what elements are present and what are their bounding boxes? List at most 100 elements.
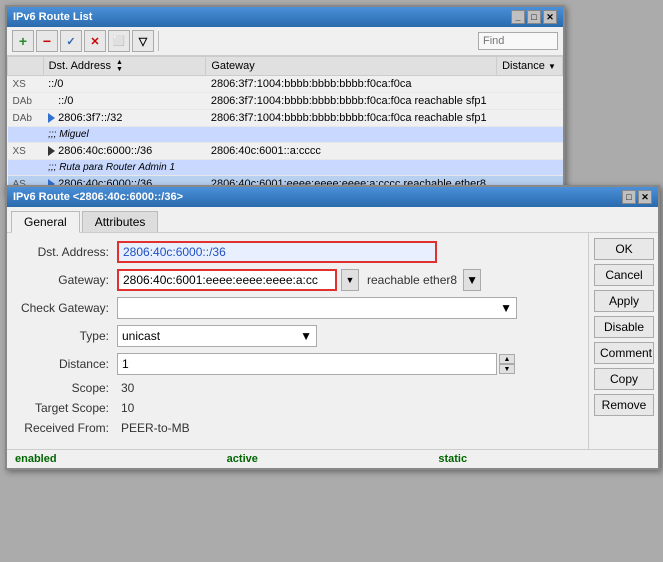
tab-attributes[interactable]: Attributes — [82, 211, 159, 232]
form-row-received-from: Received From: PEER-to-MB — [17, 421, 578, 435]
table-row-separator: ;;; Miguel — [8, 127, 563, 143]
close-button[interactable]: ✕ — [543, 10, 557, 24]
scope-label: Scope: — [17, 381, 117, 395]
table-row[interactable]: DAb 2806:3f7::/32 2806:3f7:1004:bbbb:bbb… — [8, 110, 563, 127]
find-input[interactable] — [478, 32, 558, 50]
detail-body: Dst. Address: Gateway: ▼ reachable ether… — [7, 233, 658, 449]
filter-button[interactable]: ▽ — [132, 30, 154, 52]
cancel-button[interactable]: Cancel — [594, 264, 654, 286]
cross-button[interactable]: ✕ — [84, 30, 106, 52]
row-flag — [8, 127, 44, 143]
check-gateway-caret: ▼ — [500, 301, 512, 315]
received-from-field: PEER-to-MB — [117, 421, 578, 435]
route-detail-window: IPv6 Route <2806:40c:6000::/36> □ ✕ Gene… — [5, 185, 660, 470]
maximize-button[interactable]: □ — [527, 10, 541, 24]
table-row[interactable]: XS ::/0 2806:3f7:1004:bbbb:bbbb:bbbb:f0c… — [8, 76, 563, 93]
distance-up-btn[interactable]: ▲ — [499, 354, 515, 364]
sort-arrows-dst: ▲ ▼ — [116, 59, 123, 73]
comment-button[interactable]: Comment — [594, 342, 654, 364]
form-row-gateway: Gateway: ▼ reachable ether8 ▼ — [17, 269, 578, 291]
table-row[interactable]: DAb ::/0 2806:3f7:1004:bbbb:bbbb:bbbb:f0… — [8, 93, 563, 110]
form-row-type: Type: unicast ▼ — [17, 325, 578, 347]
row-flag: XS — [8, 143, 44, 160]
toolbar: + − ✓ ✕ ⬜ ▽ — [7, 27, 563, 56]
gateway-field: ▼ reachable ether8 ▼ — [117, 269, 578, 291]
type-label: Type: — [17, 329, 117, 343]
ok-button[interactable]: OK — [594, 238, 654, 260]
disable-button[interactable]: Disable — [594, 316, 654, 338]
distance-label: Distance: — [17, 357, 117, 371]
route-table-container: Dst. Address ▲ ▼ Gateway Distance ▼ X — [7, 56, 563, 193]
route-list-title: IPv6 Route List — [13, 11, 92, 23]
detail-titlebar-buttons: □ ✕ — [622, 190, 652, 204]
form-row-check-gateway: Check Gateway: ▼ — [17, 297, 578, 319]
arrow-icon — [48, 113, 55, 123]
dst-address-field — [117, 241, 578, 263]
received-from-value: PEER-to-MB — [117, 421, 190, 435]
target-scope-value: 10 — [117, 401, 134, 415]
type-field: unicast ▼ — [117, 325, 578, 347]
row-flag: DAb — [8, 110, 44, 127]
type-dropdown[interactable]: unicast ▼ — [117, 325, 317, 347]
detail-maximize-button[interactable]: □ — [622, 190, 636, 204]
tab-general[interactable]: General — [11, 211, 80, 233]
check-gateway-field: ▼ — [117, 297, 578, 319]
row-dist — [497, 143, 563, 160]
row-flag: DAb — [8, 93, 44, 110]
check-gateway-label: Check Gateway: — [17, 301, 117, 315]
detail-sidebar: OK Cancel Apply Disable Comment Copy Rem… — [588, 233, 658, 449]
table-row[interactable]: XS 2806:40c:6000::/36 2806:40c:6001::a:c… — [8, 143, 563, 160]
check-gateway-dropdown[interactable]: ▼ — [117, 297, 517, 319]
row-dist — [497, 110, 563, 127]
copy-button[interactable]: Copy — [594, 368, 654, 390]
row-gateway: 2806:3f7:1004:bbbb:bbbb:bbbb:f0ca:f0ca r… — [206, 110, 497, 127]
col-header-dst[interactable]: Dst. Address ▲ ▼ — [43, 57, 206, 76]
col-header-distance[interactable]: Distance ▼ — [497, 57, 563, 76]
apply-button[interactable]: Apply — [594, 290, 654, 312]
route-detail-title: IPv6 Route <2806:40c:6000::/36> — [13, 191, 183, 203]
type-value: unicast — [122, 329, 160, 343]
delete-button[interactable]: − — [36, 30, 58, 52]
row-gateway: 2806:40c:6001::a:cccc — [206, 143, 497, 160]
status-enabled: enabled — [15, 453, 227, 465]
scope-field: 30 — [117, 381, 578, 395]
remove-button[interactable]: Remove — [594, 394, 654, 416]
form-row-distance: Distance: ▲ ▼ — [17, 353, 578, 375]
col-header-flag — [8, 57, 44, 76]
received-from-label: Received From: — [17, 421, 117, 435]
row-gateway: 2806:3f7:1004:bbbb:bbbb:bbbb:f0ca:f0ca r… — [206, 93, 497, 110]
distance-spinner: ▲ ▼ — [499, 354, 515, 374]
detail-close-button[interactable]: ✕ — [638, 190, 652, 204]
form-row-dst: Dst. Address: — [17, 241, 578, 263]
gateway-suffix: reachable ether8 — [367, 273, 457, 287]
check-button[interactable]: ✓ — [60, 30, 82, 52]
distance-field: ▲ ▼ — [117, 353, 578, 375]
gateway-suffix-dropdown[interactable]: ▼ — [463, 269, 481, 291]
route-table: Dst. Address ▲ ▼ Gateway Distance ▼ X — [7, 56, 563, 193]
form-row-target-scope: Target Scope: 10 — [17, 401, 578, 415]
row-dst: 2806:3f7::/32 — [43, 110, 206, 127]
add-button[interactable]: + — [12, 30, 34, 52]
row-flag: XS — [8, 76, 44, 93]
distance-input[interactable] — [117, 353, 497, 375]
status-bar: enabled active static — [7, 449, 658, 468]
col-header-gateway[interactable]: Gateway — [206, 57, 497, 76]
row-separator-text: ;;; Ruta para Router Admin 1 — [43, 160, 562, 176]
minimize-button[interactable]: _ — [511, 10, 525, 24]
row-separator-text: ;;; Miguel — [43, 127, 562, 143]
distance-down-btn[interactable]: ▼ — [499, 364, 515, 374]
target-scope-field: 10 — [117, 401, 578, 415]
copy-button[interactable]: ⬜ — [108, 30, 130, 52]
sort-icon-distance: ▼ — [548, 62, 556, 71]
row-dst: ::/0 — [43, 93, 206, 110]
row-dst: ::/0 — [43, 76, 206, 93]
table-row-separator: ;;; Ruta para Router Admin 1 — [8, 160, 563, 176]
form-row-scope: Scope: 30 — [17, 381, 578, 395]
titlebar-buttons: _ □ ✕ — [511, 10, 557, 24]
arrow-icon — [48, 146, 55, 156]
status-active: active — [227, 453, 439, 465]
gateway-input[interactable] — [117, 269, 337, 291]
dst-address-input[interactable] — [117, 241, 437, 263]
route-list-titlebar: IPv6 Route List _ □ ✕ — [7, 7, 563, 27]
gateway-dropdown-btn[interactable]: ▼ — [341, 269, 359, 291]
